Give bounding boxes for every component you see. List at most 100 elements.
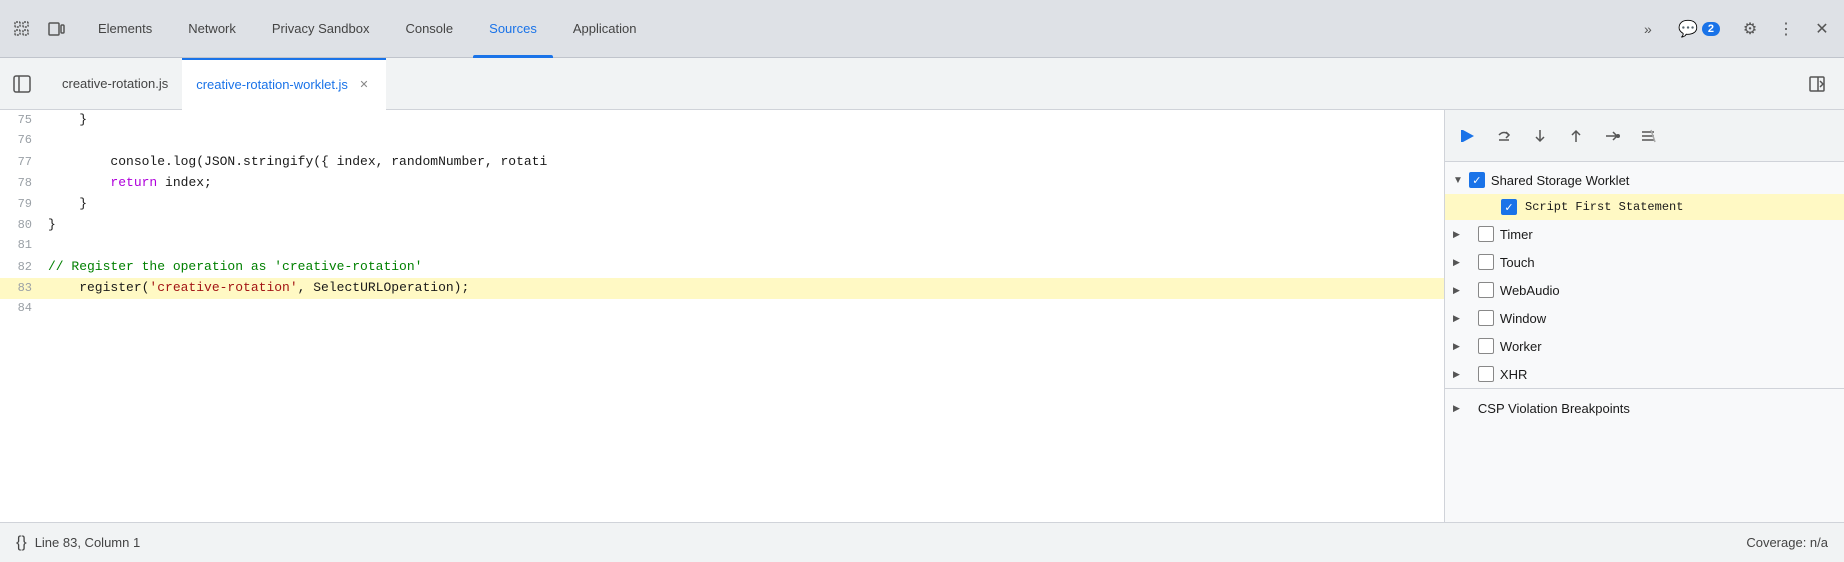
section-arrow-window: ▶ — [1453, 313, 1460, 324]
more-menu-icon[interactable]: ⋮ — [1772, 15, 1800, 43]
bp-section-timer[interactable]: ▶ Timer — [1445, 220, 1844, 248]
close-icon[interactable]: ✕ — [1808, 15, 1836, 43]
checkbox-worker[interactable] — [1478, 338, 1494, 354]
line-content-83: register('creative-rotation', SelectURLO… — [48, 278, 1444, 299]
bp-label-shared-storage: Shared Storage Worklet — [1491, 173, 1630, 188]
bp-label-csp: CSP Violation Breakpoints — [1478, 401, 1630, 416]
breakpoints-panel[interactable]: ▼ Shared Storage Worklet Script First St… — [1445, 162, 1844, 522]
code-line-77: 77 console.log(JSON.stringify({ index, r… — [0, 152, 1444, 173]
line-content-75: } — [48, 110, 1444, 131]
line-content-78: return index; — [48, 173, 1444, 194]
tab-sources[interactable]: Sources — [473, 0, 553, 58]
checkbox-script-first[interactable] — [1501, 199, 1517, 215]
checkbox-timer[interactable] — [1478, 226, 1494, 242]
checkbox-shared-storage[interactable] — [1469, 172, 1485, 188]
section-arrow-touch: ▶ — [1453, 257, 1460, 268]
right-panel: ▼ Shared Storage Worklet Script First St… — [1444, 110, 1844, 522]
tab-application[interactable]: Application — [557, 0, 653, 58]
tab-console[interactable]: Console — [389, 0, 469, 58]
tab-privacy-sandbox[interactable]: Privacy Sandbox — [256, 0, 386, 58]
step-into-icon[interactable] — [1525, 121, 1555, 151]
device-icon[interactable] — [42, 15, 70, 43]
bp-section-csp-header[interactable]: ▶ CSP Violation Breakpoints — [1445, 395, 1844, 422]
step-icon[interactable] — [1597, 121, 1627, 151]
checkbox-webaudio[interactable] — [1478, 282, 1494, 298]
bp-section-webaudio[interactable]: ▶ WebAudio — [1445, 276, 1844, 304]
line-number-78: 78 — [0, 174, 48, 193]
bp-section-window[interactable]: ▶ Window — [1445, 304, 1844, 332]
line-number-80: 80 — [0, 216, 48, 235]
code-line-81: 81 — [0, 236, 1444, 257]
bp-item-script-first-statement[interactable]: Script First Statement — [1445, 194, 1844, 220]
coverage-label: Coverage: n/a — [1746, 535, 1828, 550]
section-arrow-csp: ▶ — [1453, 403, 1460, 414]
more-tabs-button[interactable]: » — [1634, 15, 1662, 43]
file-tabs-bar: creative-rotation.js creative-rotation-w… — [0, 58, 1844, 110]
code-line-83: 83 register('creative-rotation', SelectU… — [0, 278, 1444, 299]
bp-section-worker[interactable]: ▶ Worker — [1445, 332, 1844, 360]
badge-count: 2 — [1702, 22, 1720, 36]
bp-section-shared-storage[interactable]: ▼ Shared Storage Worklet — [1445, 166, 1844, 194]
checkbox-xhr[interactable] — [1478, 366, 1494, 382]
line-content-79: } — [48, 194, 1444, 215]
line-content-82: // Register the operation as 'creative-r… — [48, 257, 1444, 278]
status-bar: {} Line 83, Column 1 Coverage: n/a — [0, 522, 1844, 562]
code-line-79: 79 } — [0, 194, 1444, 215]
code-line-78: 78 return index; — [0, 173, 1444, 194]
line-number-84: 84 — [0, 299, 48, 318]
section-arrow-worker: ▶ — [1453, 341, 1460, 352]
checkbox-touch[interactable] — [1478, 254, 1494, 270]
code-line-80: 80 } — [0, 215, 1444, 236]
code-line-76: 76 — [0, 131, 1444, 152]
line-number-75: 75 — [0, 111, 48, 130]
top-tab-bar: Elements Network Privacy Sandbox Console… — [0, 0, 1844, 58]
bp-label-xhr: XHR — [1500, 367, 1527, 382]
file-tab-close-button[interactable]: ✕ — [356, 77, 372, 93]
bp-label-touch: Touch — [1500, 255, 1535, 270]
resume-icon[interactable] — [1453, 121, 1483, 151]
bp-label-window: Window — [1500, 311, 1546, 326]
line-number-76: 76 — [0, 131, 48, 150]
file-tabs-right — [1802, 69, 1840, 99]
code-lines: 75 } 76 77 console.log(JSON.stringify({ … — [0, 110, 1444, 320]
line-number-79: 79 — [0, 195, 48, 214]
devtools-icons — [8, 15, 70, 43]
step-out-icon[interactable] — [1561, 121, 1591, 151]
section-arrow-webaudio: ▶ — [1453, 285, 1460, 296]
line-content-80: } — [48, 215, 1444, 236]
settings-icon[interactable]: ⚙ — [1736, 15, 1764, 43]
tab-network[interactable]: Network — [172, 0, 252, 58]
bp-section-csp: ▶ CSP Violation Breakpoints — [1445, 388, 1844, 428]
bp-label-timer: Timer — [1500, 227, 1533, 242]
sidebar-toggle-button[interactable] — [4, 66, 40, 102]
section-arrow-xhr: ▶ — [1453, 369, 1460, 380]
line-content-77: console.log(JSON.stringify({ index, rand… — [48, 152, 1444, 173]
cursor-position: Line 83, Column 1 — [35, 535, 141, 550]
section-arrow-shared-storage: ▼ — [1453, 175, 1463, 186]
file-tab-creative-rotation[interactable]: creative-rotation.js — [48, 58, 182, 110]
bp-label-script-first: Script First Statement — [1525, 200, 1683, 214]
bp-label-worker: Worker — [1500, 339, 1542, 354]
chat-badge-button[interactable]: 💬 2 — [1670, 15, 1728, 43]
file-tab-worklet[interactable]: creative-rotation-worklet.js ✕ — [182, 58, 386, 110]
checkbox-window[interactable] — [1478, 310, 1494, 326]
line-number-81: 81 — [0, 236, 48, 255]
cursor-icon[interactable] — [8, 15, 36, 43]
bp-section-xhr[interactable]: ▶ XHR — [1445, 360, 1844, 388]
right-toolbar — [1445, 110, 1844, 162]
bp-label-webaudio: WebAudio — [1500, 283, 1560, 298]
line-number-83: 83 — [0, 279, 48, 298]
bp-section-touch[interactable]: ▶ Touch — [1445, 248, 1844, 276]
line-number-77: 77 — [0, 153, 48, 172]
code-panel[interactable]: 75 } 76 77 console.log(JSON.stringify({ … — [0, 110, 1444, 522]
code-line-75: 75 } — [0, 110, 1444, 131]
line-number-82: 82 — [0, 258, 48, 277]
deactivate-breakpoints-icon[interactable] — [1633, 121, 1663, 151]
tab-elements[interactable]: Elements — [82, 0, 168, 58]
code-line-82: 82 // Register the operation as 'creativ… — [0, 257, 1444, 278]
section-arrow-timer: ▶ — [1453, 229, 1460, 240]
curly-braces-icon: {} — [16, 534, 27, 552]
main-content: 75 } 76 77 console.log(JSON.stringify({ … — [0, 110, 1844, 522]
toggle-sidebar-icon[interactable] — [1802, 69, 1832, 99]
step-over-icon[interactable] — [1489, 121, 1519, 151]
